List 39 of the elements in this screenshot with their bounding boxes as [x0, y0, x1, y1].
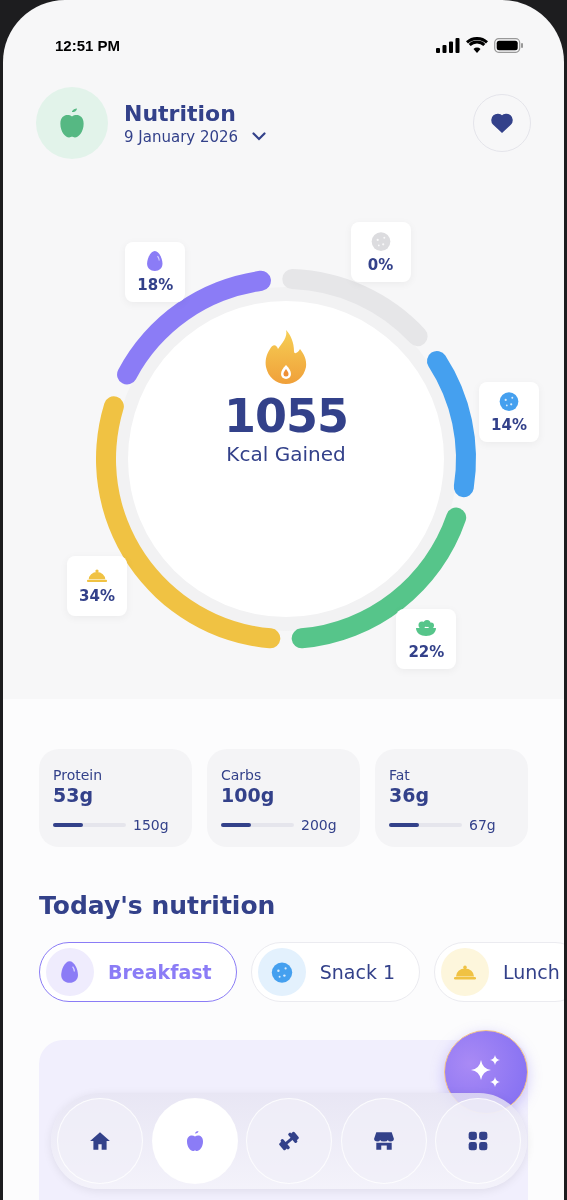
cookie-icon [269, 960, 294, 984]
wifi-icon [466, 37, 488, 53]
calorie-value: 1055 [224, 391, 348, 442]
calorie-caption: Kcal Gained [226, 441, 346, 466]
macro-value: 36g [389, 784, 431, 806]
percent-label: 0% [367, 255, 394, 274]
battery-icon [494, 37, 524, 53]
signal-icon [436, 37, 460, 53]
percent-label: 34% [79, 587, 115, 606]
status-time: 12:51 PM [55, 36, 121, 54]
macro-goal: 150g [133, 817, 169, 833]
cookie-icon [369, 229, 392, 252]
macro-value: 53g [53, 784, 95, 806]
egg-icon [60, 960, 80, 984]
percent-label: 22% [408, 642, 445, 661]
cloche-icon [453, 963, 477, 981]
section-title: Today's nutrition [38, 890, 277, 920]
egg-icon [146, 250, 164, 273]
dumbbell-icon [278, 1130, 300, 1152]
percent-label: 14% [491, 415, 527, 434]
meal-tab[interactable]: Snack 1 [250, 942, 420, 1002]
store-icon [372, 1130, 395, 1152]
meal-tab[interactable]: Lunch [434, 942, 564, 1002]
macro-value: 100g [221, 784, 276, 806]
percent-label: 18% [137, 276, 174, 295]
date-label[interactable]: 9 January 2026 [124, 127, 239, 146]
cloche-icon [85, 567, 108, 584]
macro-goal: 200g [301, 817, 337, 833]
nav-button[interactable] [435, 1098, 521, 1184]
home-icon [89, 1130, 111, 1152]
macro-name: Protein [53, 767, 104, 783]
macro-goal: 67g [469, 817, 496, 833]
chevron-down-icon[interactable] [252, 132, 267, 141]
macro-name: Carbs [221, 767, 263, 783]
cookie-icon [498, 389, 520, 412]
macro-name: Fat [389, 767, 411, 783]
flame-icon [264, 329, 308, 385]
page-title: Nutrition [124, 100, 237, 126]
grid-icon [467, 1130, 489, 1152]
